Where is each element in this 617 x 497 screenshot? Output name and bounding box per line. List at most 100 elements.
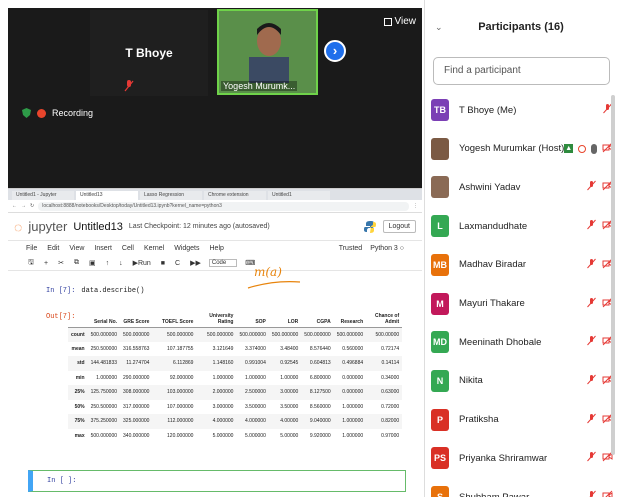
participant-row[interactable]: L Laxmandudhate [431,213,613,239]
table-cell: 0.000000 [333,385,367,400]
scrollbar[interactable] [611,95,615,455]
next-page-button[interactable]: › [324,40,346,62]
participant-row[interactable]: P Pratiksha [431,407,613,433]
browser-tab[interactable]: Untitled1 [268,191,330,200]
table-cell: 1.000000 [96,374,118,381]
column-header: CGPA [301,313,334,328]
menu-file[interactable]: File [26,245,37,252]
trusted-indicator[interactable]: Trusted [339,245,362,252]
browser-tab[interactable]: Chrome extension [204,191,266,200]
url-field[interactable]: localhost:8888/notebooks/Desktop/today/U… [38,201,409,211]
back-icon[interactable]: ← [12,203,17,209]
code-cell[interactable]: In [7]: data.describe() [46,287,144,295]
table-row: 75% 375.250000 325.000000 112.000000 4.00000… [68,414,403,429]
participant-row[interactable]: PS Priyanka Shriramwar [431,445,613,471]
table-cell: 103.000000 [152,385,197,400]
view-button[interactable]: View [383,16,416,27]
table-cell: 3.000000 [212,403,234,410]
participant-name: Meeninath Dhobale [459,336,542,348]
participant-row[interactable]: M Mayuri Thakare [431,291,613,317]
participant-status-icons [586,256,613,274]
restart-run-icon[interactable]: ▶▶ [188,259,203,267]
table-cell: 0.14114 [366,356,403,371]
table-cell: 500.000000 [268,327,302,342]
table-cell: 8.127500 [301,385,334,400]
empty-code-cell[interactable]: In [ ]: [28,470,406,492]
table-cell: 0.496884 [333,356,367,371]
record-icon [37,108,46,118]
grid-icon [383,17,392,26]
table-cell: 500.000000 [87,327,121,342]
muted-mic-icon [586,449,597,467]
participant-row[interactable]: S Shubham Pawar [431,484,613,497]
add-cell-icon[interactable]: + [42,260,50,267]
menu-edit[interactable]: Edit [47,245,59,252]
row-label: count [68,327,88,342]
forward-icon[interactable]: → [21,203,26,209]
table-cell: 0.63000 [366,385,403,400]
restart-icon[interactable]: C [173,260,182,267]
menu-insert[interactable]: Insert [94,245,112,252]
menu-view[interactable]: View [69,245,84,252]
table-cell: 1.000000 [342,432,364,439]
table-cell: 375.250000 [87,414,121,429]
cut-icon[interactable]: ✂ [56,259,66,267]
table-cell: 2.500000 [236,385,269,400]
copy-icon[interactable]: ⧉ [72,259,81,267]
participant-row[interactable]: Ashwini Yadav [431,174,613,200]
input-prompt: In [7]: [46,287,76,295]
menu-widgets[interactable]: Widgets [174,245,199,252]
extensions-icon[interactable]: ⋮ [413,203,418,209]
move-down-icon[interactable]: ↓ [117,260,125,267]
interrupt-icon[interactable]: ■ [159,260,167,267]
table-cell: 0.72174 [381,345,400,352]
jupyter-logo-icon[interactable]: ◌ [14,219,22,235]
participant-row[interactable]: N Nikita [431,368,613,394]
table-cell: 0.991004 [236,356,269,371]
video-tile-yogesh[interactable]: Yogesh Murumk... [217,9,318,95]
table-row: 50% 250.500000 317.000000 107.000000 3.00000… [68,400,402,415]
row-label: 25% [68,385,88,400]
column-header: Research [333,313,367,328]
tile-name: T Bhoye [125,46,173,60]
browser-tab-strip: Untitled1 - Jupyter Untitled13 Lasso Reg… [8,189,422,200]
table-cell: 5.000000 [245,432,266,439]
input-prompt: In [ ]: [47,477,77,485]
participant-row[interactable]: TB T Bhoye (Me) [431,97,613,123]
notebook-name[interactable]: Untitled13 [73,221,123,233]
participant-status-icons [586,449,613,467]
participant-row[interactable]: MD Meeninath Dhobale [431,329,613,355]
table-cell: 325.000000 [120,414,153,429]
cell-code[interactable]: data.describe() [81,287,144,295]
cell-type-select[interactable]: Code [208,259,238,267]
browser-tab[interactable]: Lasso Regression [140,191,202,200]
table-cell: 500.000000 [196,327,237,342]
menu-help[interactable]: Help [210,245,224,252]
table-cell: 0.34000 [381,374,400,381]
avatar [431,137,449,160]
column-header: Chance of Admit [366,313,403,328]
table-row: mean 250.500000 316.558763 107.187755 3.1216… [68,342,402,357]
kernel-indicator[interactable]: Python 3 ○ [370,245,404,252]
logout-button[interactable]: Logout [382,220,416,233]
recording-icon [578,144,587,153]
table-row: max 500.000000 340.000000 120.000000 5.00000… [68,429,402,444]
save-icon[interactable]: 🖫 [26,258,36,269]
video-tile-t-bhoye[interactable]: T Bhoye [90,10,208,96]
browser-tab[interactable]: Untitled1 - Jupyter [12,191,74,200]
move-up-icon[interactable]: ↑ [104,260,112,267]
reload-icon[interactable]: ↻ [30,203,34,209]
participant-search-input[interactable]: Find a participant [433,57,610,85]
row-label: 50% [74,403,85,410]
paste-icon[interactable]: ▣ [87,259,98,267]
participant-row[interactable]: Yogesh Murumkar (Host) ▲ [431,136,613,162]
recording-indicator[interactable]: Recording [22,108,93,118]
participant-row[interactable]: MB Madhav Biradar [431,252,613,278]
menu-cell[interactable]: Cell [122,245,134,252]
table-cell: 2.000000 [196,385,237,400]
address-bar: ← → ↻ localhost:8888/notebooks/Desktop/t… [8,200,422,213]
table-cell: 3.50000 [280,403,299,410]
run-button[interactable]: ▶Run [131,259,153,267]
browser-tab[interactable]: Untitled13 [76,191,138,200]
menu-kernel[interactable]: Kernel [144,245,164,252]
